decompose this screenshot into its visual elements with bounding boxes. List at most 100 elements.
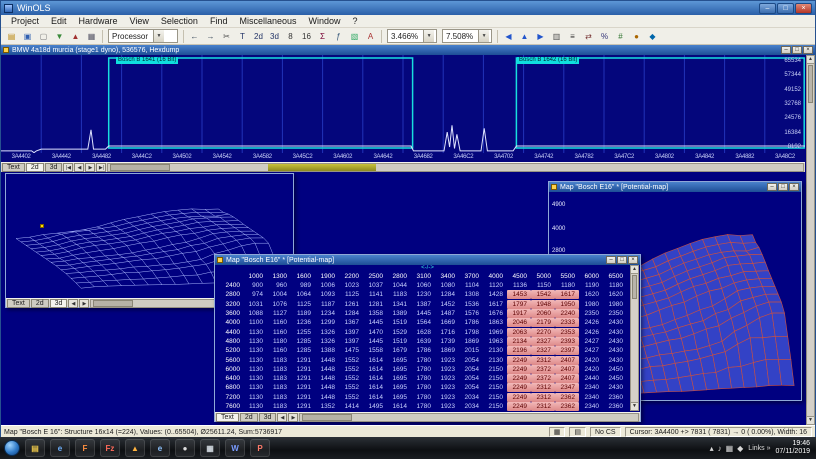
toolbar-icon[interactable]: ▢ xyxy=(36,29,51,44)
map-cell[interactable]: 1120 xyxy=(483,281,507,290)
map-cell[interactable]: 1125 xyxy=(291,300,315,309)
scrollbar-thumb[interactable] xyxy=(302,414,352,421)
chevron-down-icon[interactable]: ▼ xyxy=(153,30,164,42)
map-cell[interactable]: 1923 xyxy=(435,365,459,374)
toolbar-icon[interactable]: % xyxy=(597,29,612,44)
map-cell[interactable]: 2427 xyxy=(579,346,603,355)
scroll-nav-button[interactable]: ▶| xyxy=(96,163,106,172)
map-cell[interactable]: 2312 xyxy=(531,356,555,365)
taskbar-app-icon[interactable]: e xyxy=(150,439,170,457)
map-cell[interactable]: 1552 xyxy=(339,393,363,402)
map-cell[interactable]: 1448 xyxy=(315,374,339,383)
map-cell[interactable]: 1414 xyxy=(339,402,363,411)
map-cell[interactable]: 1780 xyxy=(411,402,435,411)
toolbar-icon[interactable]: → xyxy=(203,29,218,44)
map-cell[interactable]: 2430 xyxy=(603,318,627,327)
map-cell[interactable]: 2360 xyxy=(603,402,627,411)
tray-icon[interactable]: ▴ xyxy=(710,444,714,453)
toolbar-icon[interactable]: ● xyxy=(629,29,644,44)
view-tab[interactable]: 2d xyxy=(26,163,44,172)
toolbar-icon[interactable]: T xyxy=(235,29,250,44)
map-cell[interactable]: 2249 xyxy=(507,374,531,383)
tray-icon[interactable]: ◆ xyxy=(737,444,743,453)
map-cell[interactable]: 1150 xyxy=(531,281,555,290)
map-cell[interactable]: 1475 xyxy=(339,346,363,355)
menu-item[interactable]: ? xyxy=(347,15,364,28)
map-cell[interactable]: 1023 xyxy=(339,281,363,290)
map-cell[interactable]: 2407 xyxy=(555,356,579,365)
scrollbar-thumb[interactable] xyxy=(808,65,813,103)
map-cell[interactable]: 1487 xyxy=(435,309,459,318)
map-cell[interactable]: 1780 xyxy=(411,393,435,402)
map-cell[interactable]: 1786 xyxy=(459,318,483,327)
map-cell[interactable]: 2407 xyxy=(555,365,579,374)
map-cell[interactable]: 2350 xyxy=(579,309,603,318)
map-cell[interactable]: 1614 xyxy=(363,356,387,365)
map-cell[interactable]: 1367 xyxy=(339,318,363,327)
map-cell[interactable]: 1917 xyxy=(507,309,531,318)
map-cell[interactable]: 2407 xyxy=(555,374,579,383)
start-button[interactable] xyxy=(4,440,20,456)
map-cell[interactable]: 1187 xyxy=(315,300,339,309)
map-cell[interactable]: 2427 xyxy=(579,337,603,346)
map-cell[interactable]: 1190 xyxy=(579,281,603,290)
map-cell[interactable]: 1445 xyxy=(411,309,435,318)
map-cell[interactable]: 2340 xyxy=(579,383,603,392)
map-cell[interactable]: 1980 xyxy=(603,300,627,309)
scroll-nav-button[interactable]: ◀ xyxy=(74,163,84,172)
map-cell[interactable]: 2426 xyxy=(579,318,603,327)
map-cell[interactable]: 1291 xyxy=(291,383,315,392)
map-cell[interactable]: 1130 xyxy=(243,402,267,411)
map-cell[interactable]: 1445 xyxy=(363,337,387,346)
zoom-y-combo[interactable]: 7.508% ▼ xyxy=(442,29,492,43)
cursor-marker[interactable] xyxy=(40,224,44,228)
view-tab[interactable]: 3d xyxy=(45,163,63,172)
map-cell[interactable]: 1160 xyxy=(267,346,291,355)
map-cell[interactable]: 1160 xyxy=(267,318,291,327)
map-cell[interactable]: 2150 xyxy=(483,402,507,411)
toolbar-icon[interactable]: ▣ xyxy=(20,29,35,44)
tray-icon[interactable]: ▦ xyxy=(726,444,734,453)
map-cell[interactable]: 2130 xyxy=(483,346,507,355)
map-cell[interactable]: 1614 xyxy=(387,402,411,411)
map-cell[interactable]: 2249 xyxy=(507,393,531,402)
map-cell[interactable]: 1617 xyxy=(555,290,579,299)
map-cell[interactable]: 974 xyxy=(243,290,267,299)
map-cell[interactable]: 2249 xyxy=(507,365,531,374)
map-cell[interactable]: 1620 xyxy=(579,290,603,299)
map-cell[interactable]: 1780 xyxy=(411,374,435,383)
map-cell[interactable]: 2150 xyxy=(483,374,507,383)
map-cell[interactable]: 2327 xyxy=(531,346,555,355)
chevron-down-icon[interactable]: ▼ xyxy=(423,30,434,42)
scroll-down-icon[interactable]: ▼ xyxy=(631,402,638,410)
map-cell[interactable]: 1326 xyxy=(315,337,339,346)
map-cell[interactable]: 1542 xyxy=(531,290,555,299)
map-cell[interactable]: 1558 xyxy=(363,346,387,355)
map-cell[interactable]: 1628 xyxy=(411,328,435,337)
scroll-nav-button[interactable]: ▶ xyxy=(79,299,89,308)
map-cell[interactable]: 1234 xyxy=(315,309,339,318)
map-cell[interactable]: 2430 xyxy=(603,337,627,346)
map-cell[interactable]: 2450 xyxy=(603,374,627,383)
child-minimize-button[interactable]: – xyxy=(767,183,777,191)
map-cell[interactable]: 1180 xyxy=(555,281,579,290)
map-cell[interactable]: 2312 xyxy=(531,393,555,402)
map-cell[interactable]: 1326 xyxy=(315,328,339,337)
map-cell[interactable]: 1261 xyxy=(339,300,363,309)
map-cell[interactable]: 1183 xyxy=(267,365,291,374)
map-cell[interactable]: 1285 xyxy=(291,337,315,346)
chevron-down-icon[interactable]: ▼ xyxy=(478,30,489,42)
map-cell[interactable]: 1923 xyxy=(435,393,459,402)
taskbar-app-icon[interactable]: e xyxy=(50,439,70,457)
toolbar-icon[interactable]: ▥ xyxy=(549,29,564,44)
map-cell[interactable]: 1130 xyxy=(243,383,267,392)
map-cell[interactable]: 1076 xyxy=(267,300,291,309)
map-cell[interactable]: 1519 xyxy=(387,318,411,327)
map-cell[interactable]: 1291 xyxy=(291,374,315,383)
map-cell[interactable]: 1923 xyxy=(435,374,459,383)
map-cell[interactable]: 1695 xyxy=(387,365,411,374)
toolbar-icon[interactable]: 2d xyxy=(251,29,266,44)
map-cell[interactable]: 1285 xyxy=(291,346,315,355)
map-cell[interactable]: 1183 xyxy=(267,402,291,411)
map-cell[interactable]: 2054 xyxy=(459,374,483,383)
